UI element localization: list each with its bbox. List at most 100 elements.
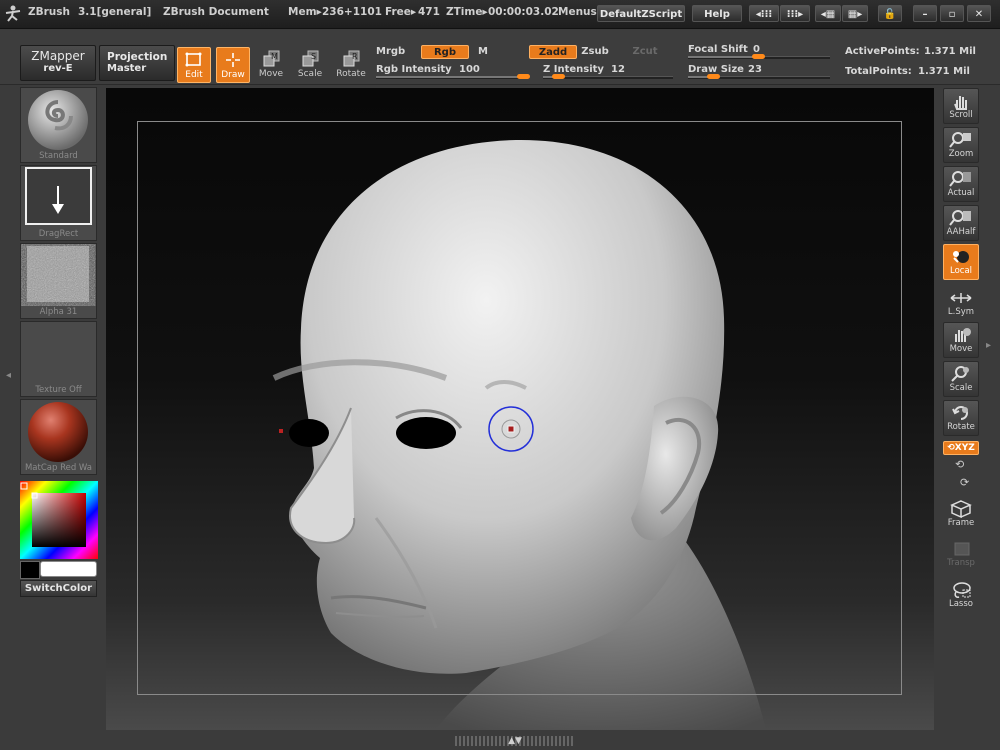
z-intensity-value: 12 <box>611 64 625 75</box>
actual-button[interactable]: Actual <box>943 166 979 202</box>
color-wheel-icon <box>20 481 98 559</box>
shrink-ui-icon[interactable]: ◂⁝⁝⁝ <box>749 5 779 22</box>
mem-value: 236+1101 <box>322 6 382 18</box>
aahalf-button[interactable]: AAHalf <box>943 205 979 241</box>
rotate-mode-label: Rotate <box>336 69 366 79</box>
expand-ui-icon[interactable]: ⁝⁝⁝▸ <box>780 5 810 22</box>
focal-shift-slider[interactable] <box>688 54 830 59</box>
lsym-icon <box>950 293 972 303</box>
mrgb-toggle[interactable]: Mrgb <box>376 46 405 57</box>
projection-master-button[interactable]: Projection Master <box>99 45 175 81</box>
zadd-toggle[interactable]: Zadd <box>529 45 577 59</box>
total-points-value: 1.371 Mil <box>918 66 970 77</box>
rgb-intensity-slider[interactable] <box>376 74 530 79</box>
transp-button[interactable]: Transp <box>943 537 979 573</box>
stroke-name: DragRect <box>38 229 79 239</box>
scale-view-button[interactable]: Scale <box>943 361 979 397</box>
prev-layout-icon[interactable]: ◂▦ <box>815 5 841 22</box>
move-view-label: Move <box>949 344 973 354</box>
rotate-mode-button[interactable]: R Rotate <box>334 47 368 83</box>
zcut-toggle[interactable]: Zcut <box>628 45 662 59</box>
rgb-toggle[interactable]: Rgb <box>421 45 469 59</box>
local-label: Local <box>949 266 973 276</box>
scale-icon: S <box>302 50 319 67</box>
m-toggle[interactable]: M <box>478 46 488 57</box>
minimize-icon[interactable]: – <box>913 5 937 22</box>
stroke-selector[interactable]: DragRect <box>20 165 97 241</box>
z-intensity-knob[interactable] <box>551 74 565 79</box>
alpha-selector[interactable]: Alpha 31 <box>20 243 97 319</box>
rotate-view-button[interactable]: Rotate <box>943 400 979 436</box>
secondary-color-swatch[interactable] <box>20 561 40 579</box>
xyz-rotation-toggle[interactable]: ⟲XYZ <box>943 441 979 455</box>
xyz-label: XYZ <box>954 443 975 453</box>
restore-icon[interactable]: ▫ <box>940 5 964 22</box>
total-points-label: TotalPoints: <box>845 66 912 77</box>
draw-mode-button[interactable]: Draw <box>216 47 250 83</box>
app-name: ZBrush <box>28 6 70 18</box>
brush-name: Standard <box>39 151 78 161</box>
lasso-button[interactable]: Lasso <box>943 578 979 614</box>
main-color-swatch[interactable] <box>40 561 97 577</box>
move-view-icon <box>955 328 971 342</box>
zsub-toggle[interactable]: Zsub <box>578 45 612 59</box>
close-icon[interactable]: ✕ <box>967 5 991 22</box>
y-rotation-icon[interactable]: ⟲ <box>955 458 969 472</box>
z-rotation-icon[interactable]: ⟳ <box>960 476 974 490</box>
color-picker[interactable] <box>20 481 98 559</box>
next-layout-icon[interactable]: ▦▸ <box>842 5 868 22</box>
move-mode-button[interactable]: M Move <box>254 47 288 83</box>
local-button[interactable]: Local <box>943 244 979 280</box>
material-selector[interactable]: MatCap Red Wa <box>20 399 97 475</box>
rgb-intensity-label: Rgb Intensity <box>376 64 452 75</box>
brush-selector[interactable]: Standard <box>20 87 97 163</box>
draw-size-knob[interactable] <box>706 74 720 79</box>
edit-mode-button[interactable]: Edit <box>177 47 211 83</box>
zoom-icon <box>949 132 971 148</box>
lsym-label: L.Sym <box>947 307 975 317</box>
right-tray-handle-icon[interactable]: ▸ <box>986 340 994 370</box>
default-zscript-button[interactable]: DefaultZScript <box>597 5 685 22</box>
frame-button[interactable]: Frame <box>943 497 979 533</box>
document-name: ZBrush Document <box>163 6 269 18</box>
aahalf-icon <box>949 210 971 226</box>
help-button[interactable]: Help <box>692 5 742 22</box>
matcap-sphere-icon <box>28 402 88 462</box>
free-value: 471 <box>418 6 440 18</box>
projection-subtitle: Master <box>107 63 147 74</box>
active-points-label: ActivePoints: <box>845 46 920 57</box>
draw-size-slider[interactable] <box>688 74 830 79</box>
z-intensity-slider[interactable] <box>543 74 673 79</box>
zoom-label: Zoom <box>948 149 974 159</box>
move-icon: M <box>263 50 280 67</box>
scroll-icon <box>954 96 967 110</box>
lasso-label: Lasso <box>948 599 973 609</box>
lock-icon[interactable]: 🔓 <box>878 5 902 22</box>
texture-selector[interactable]: Texture Off <box>20 321 97 397</box>
zoom-button[interactable]: Zoom <box>943 127 979 163</box>
bottom-tray-handle-icon[interactable]: ▲▼ <box>455 736 575 746</box>
title-bar: ZBrush 3.1[general] ZBrush Document Mem▸… <box>0 0 1000 29</box>
xyz-icon: ⟲ <box>947 443 955 453</box>
free-label: Free▸ <box>385 6 417 18</box>
move-view-button[interactable]: Move <box>943 322 979 358</box>
frame-icon <box>950 500 972 518</box>
ztime-label: ZTime▸ <box>446 6 488 18</box>
scale-mode-button[interactable]: S Scale <box>293 47 327 83</box>
zmapper-button[interactable]: ZMapper rev-E <box>20 45 96 81</box>
draw-size-value: 23 <box>748 64 762 75</box>
texture-name: Texture Off <box>35 385 82 395</box>
edit-mode-label: Edit <box>185 70 203 80</box>
lsym-button[interactable]: L.Sym <box>943 286 979 318</box>
alpha-name: Alpha 31 <box>39 307 78 317</box>
scroll-button[interactable]: Scroll <box>943 88 979 124</box>
left-tray-handle-icon[interactable]: ◂ <box>6 370 14 400</box>
active-points-value: 1.371 Mil <box>924 46 976 57</box>
focal-shift-knob[interactable] <box>752 54 765 59</box>
standard-brush-icon <box>28 90 88 150</box>
aahalf-label: AAHalf <box>946 227 976 237</box>
menus-toggle[interactable]: Menus <box>558 6 597 18</box>
rgb-intensity-knob[interactable] <box>517 74 530 79</box>
transp-label: Transp <box>947 558 975 568</box>
switch-color-button[interactable]: SwitchColor <box>20 580 97 597</box>
